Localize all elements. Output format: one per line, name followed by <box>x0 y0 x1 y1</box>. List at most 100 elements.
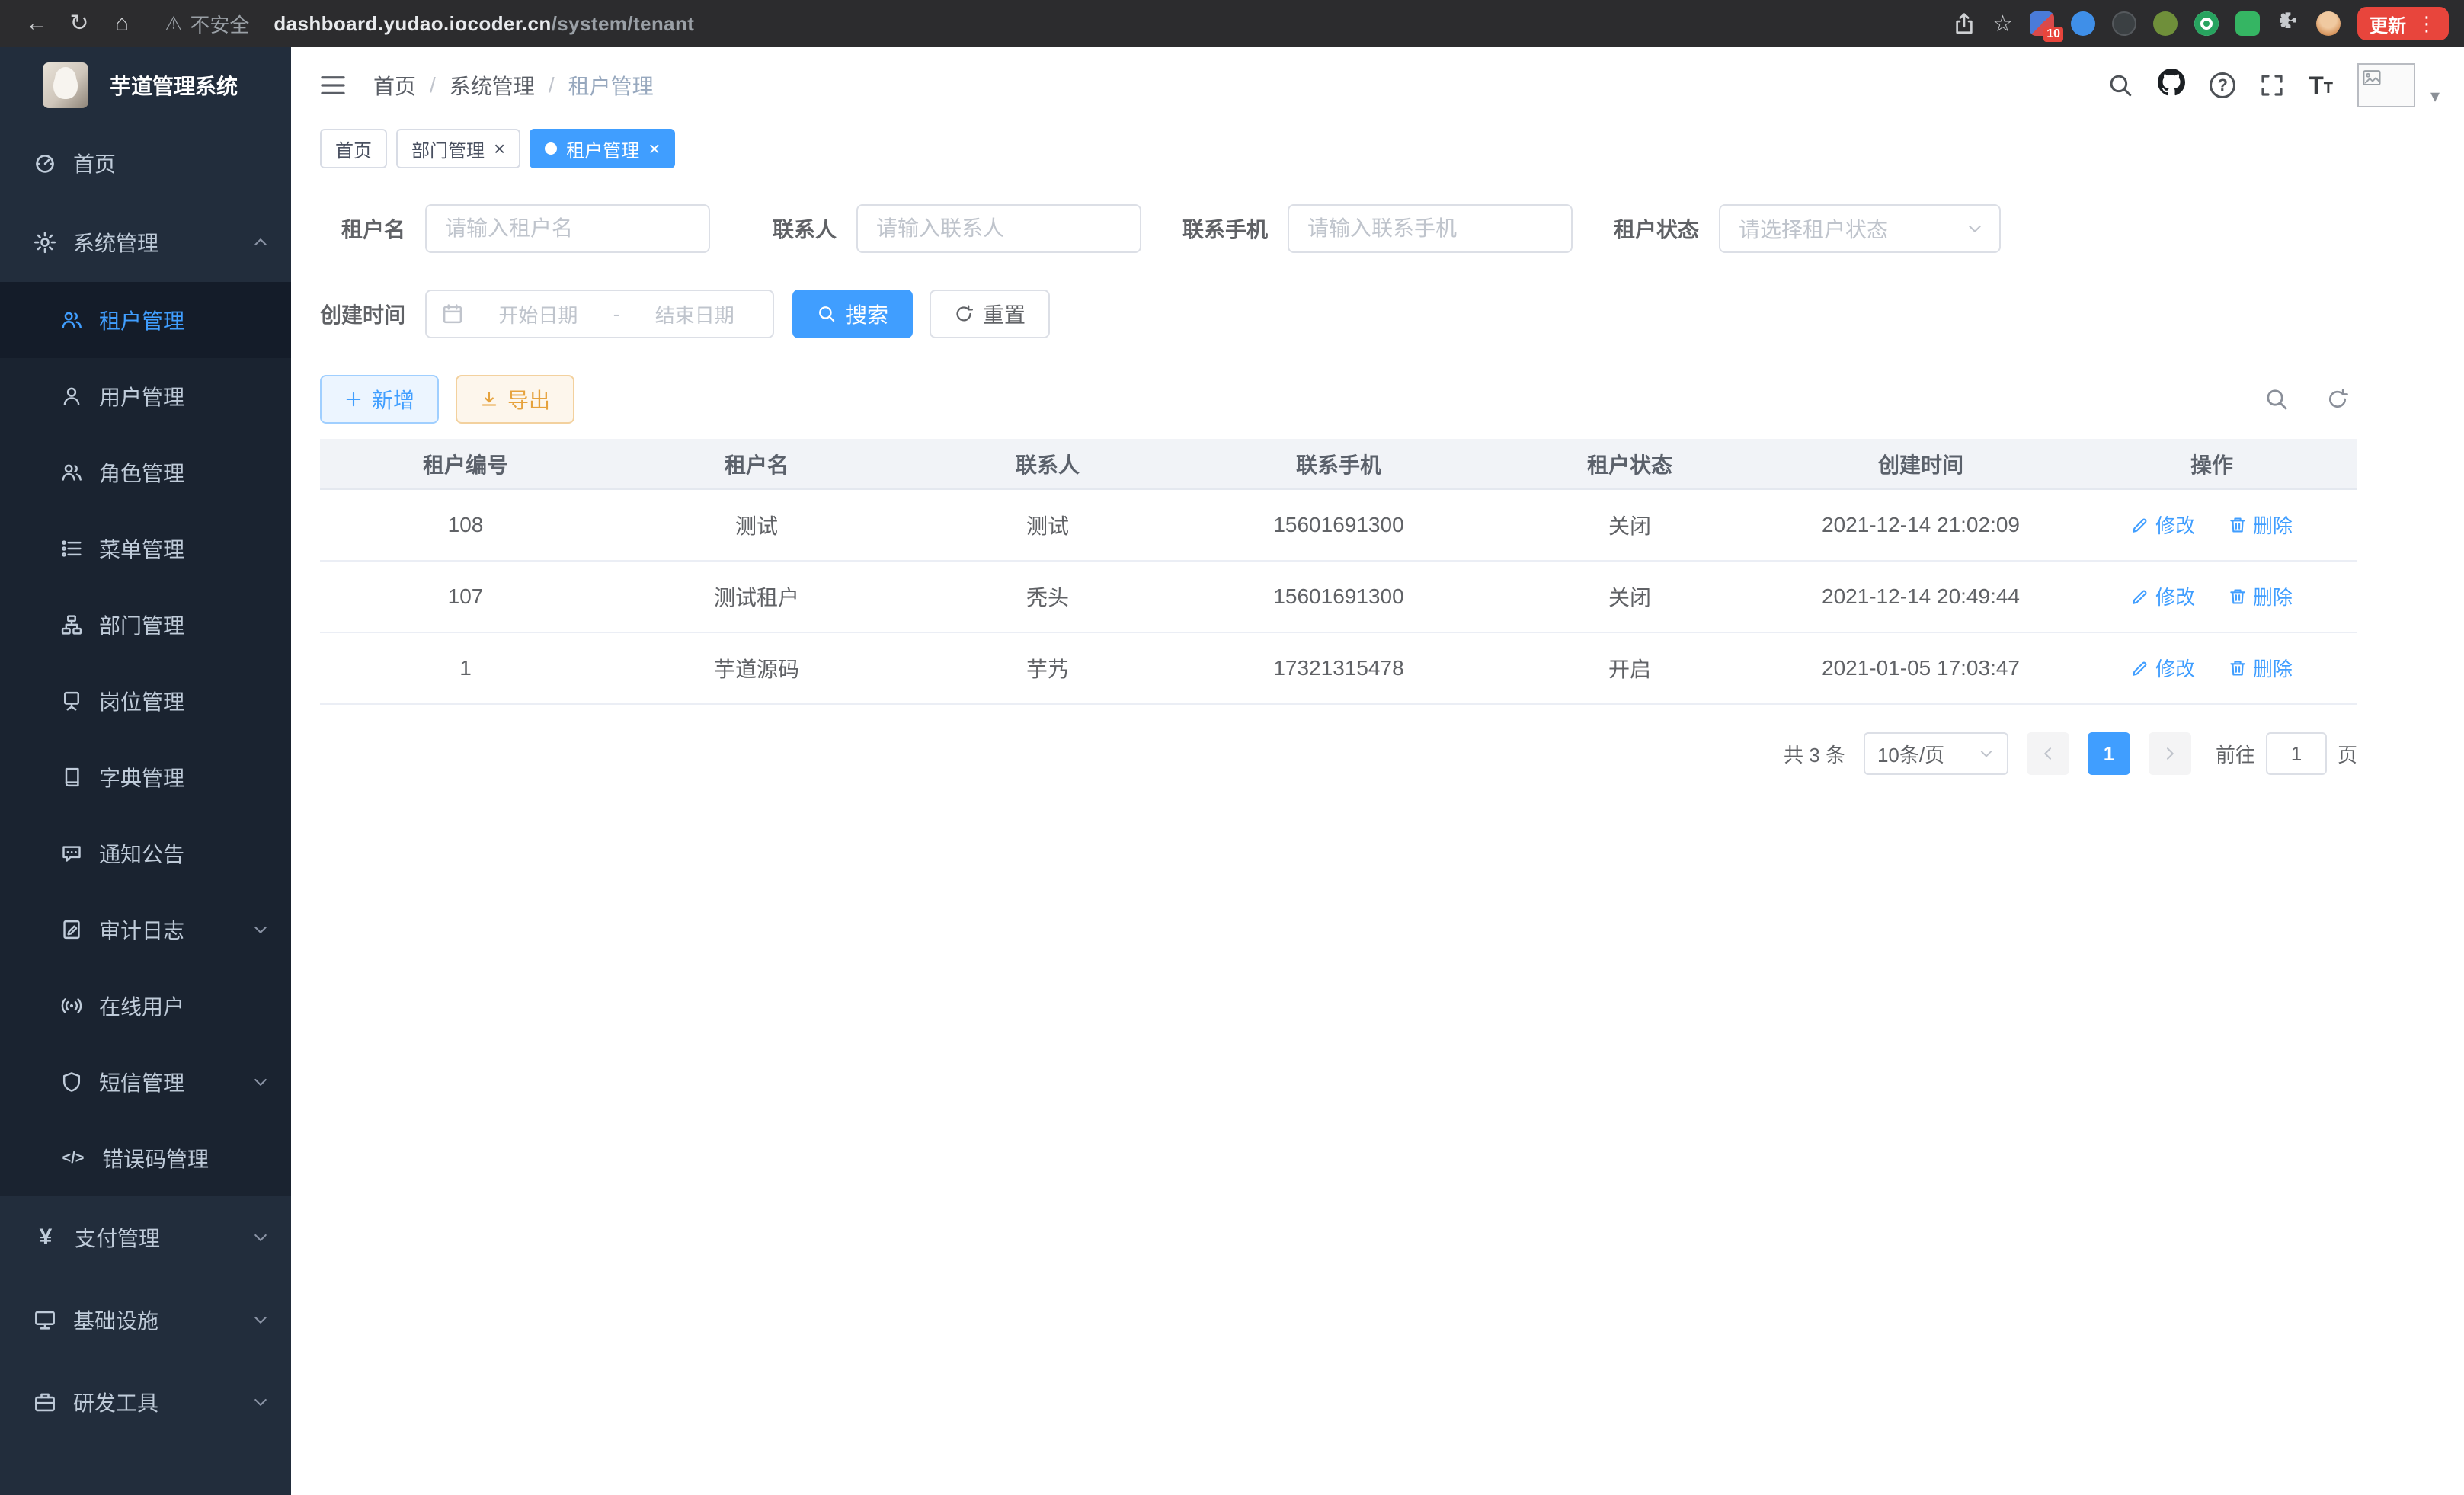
contact-input[interactable] <box>856 204 1141 253</box>
reset-button[interactable]: 重置 <box>930 290 1050 338</box>
sidebar-item-error-code[interactable]: </> 错误码管理 <box>0 1120 291 1196</box>
edit-link[interactable]: 修改 <box>2131 511 2195 539</box>
extension-olive-icon[interactable] <box>2153 11 2178 36</box>
delete-link[interactable]: 删除 <box>2229 654 2293 682</box>
user-avatar[interactable] <box>2357 63 2415 107</box>
date-range-picker[interactable]: 开始日期 - 结束日期 <box>425 290 774 338</box>
goto-page: 前往 页 <box>2216 732 2357 775</box>
extensions-puzzle-icon[interactable] <box>2277 10 2299 38</box>
list-icon <box>61 538 82 559</box>
font-size-icon[interactable]: T T <box>2309 75 2333 96</box>
page-size-select[interactable]: 10条/页 <box>1864 732 2008 775</box>
start-date-input[interactable]: 开始日期 <box>475 300 601 328</box>
edit-link[interactable]: 修改 <box>2131 654 2195 682</box>
sidebar-item-menu[interactable]: 菜单管理 <box>0 511 291 587</box>
chevron-down-icon <box>251 920 270 939</box>
phone-input[interactable] <box>1288 204 1573 253</box>
sidebar-item-tenant[interactable]: 租户管理 <box>0 282 291 358</box>
sidebar-item-role[interactable]: 角色管理 <box>0 434 291 511</box>
help-icon[interactable]: ? <box>2210 72 2235 98</box>
toolbox-icon <box>34 1391 56 1413</box>
sidebar-toggle-icon[interactable] <box>320 74 346 97</box>
address-bar[interactable]: dashboard.yudao.iocoder.cn /system/tenan… <box>274 12 1934 36</box>
sidebar-item-dev-tools[interactable]: 研发工具 <box>0 1361 291 1443</box>
extension-green-icon[interactable] <box>2194 11 2219 36</box>
toolbar-right-icons <box>2257 379 2357 419</box>
sidebar-item-notice[interactable]: 通知公告 <box>0 815 291 892</box>
browser-reload-icon[interactable]: ↻ <box>58 0 101 47</box>
sidebar-item-sms[interactable]: 短信管理 <box>0 1044 291 1120</box>
trash-icon <box>2229 587 2247 606</box>
badge-icon <box>61 690 82 712</box>
profile-avatar[interactable] <box>2316 11 2341 36</box>
sidebar-item-label: 角色管理 <box>99 457 270 488</box>
breadcrumb-home[interactable]: 首页 <box>373 70 416 101</box>
refresh-icon <box>954 304 974 324</box>
breadcrumb-separator: / <box>430 73 436 98</box>
extension-green-square-icon[interactable] <box>2235 11 2260 36</box>
extension-badge: 10 <box>2043 27 2063 42</box>
search-icon[interactable] <box>2107 72 2133 98</box>
extension-adblock-icon[interactable]: 10 <box>2030 11 2054 36</box>
extension-dark-icon[interactable] <box>2112 11 2136 36</box>
hide-search-icon[interactable] <box>2257 379 2296 419</box>
search-button[interactable]: 搜索 <box>792 290 913 338</box>
sidebar-item-label: 研发工具 <box>73 1387 235 1417</box>
sidebar-item-post[interactable]: 岗位管理 <box>0 663 291 739</box>
next-page-button[interactable] <box>2149 732 2191 775</box>
site-security-indicator[interactable]: ⚠ 不安全 <box>165 10 249 38</box>
sidebar-item-online-users[interactable]: 在线用户 <box>0 968 291 1044</box>
browser-toolbar: ← ↻ ⌂ ⚠ 不安全 dashboard.yudao.iocoder.cn /… <box>0 0 2464 47</box>
goto-page-input[interactable] <box>2266 732 2327 775</box>
sidebar-item-dict[interactable]: 字典管理 <box>0 739 291 815</box>
sidebar-item-audit-log[interactable]: 审计日志 <box>0 892 291 968</box>
browser-update-button[interactable]: 更新 ⋮ <box>2357 7 2449 40</box>
users-icon <box>61 462 82 483</box>
sidebar-item-user[interactable]: 用户管理 <box>0 358 291 434</box>
refresh-table-icon[interactable] <box>2318 379 2357 419</box>
tab-home[interactable]: 首页 <box>320 129 387 168</box>
search-icon <box>817 304 837 324</box>
tenant-name-input[interactable] <box>425 204 710 253</box>
browser-back-icon[interactable]: ← <box>15 0 58 47</box>
browser-home-icon[interactable]: ⌂ <box>101 0 143 47</box>
pencil-icon <box>2131 516 2149 534</box>
bookmark-star-icon[interactable]: ☆ <box>1992 11 2013 37</box>
share-icon[interactable] <box>1953 12 1976 35</box>
export-button[interactable]: 导出 <box>456 375 574 424</box>
cell-actions: 修改 删除 <box>2066 561 2357 632</box>
fullscreen-icon[interactable] <box>2260 73 2284 98</box>
delete-link[interactable]: 删除 <box>2229 511 2293 539</box>
pencil-icon <box>2131 587 2149 606</box>
breadcrumb-system[interactable]: 系统管理 <box>450 70 535 101</box>
users-icon <box>61 309 82 331</box>
column-header-status: 租户状态 <box>1484 439 1775 489</box>
trash-icon <box>2229 516 2247 534</box>
sidebar-item-infrastructure[interactable]: 基础设施 <box>0 1279 291 1361</box>
sidebar-item-home[interactable]: 首页 <box>0 123 291 203</box>
close-icon[interactable]: × <box>494 139 505 158</box>
edit-link[interactable]: 修改 <box>2131 582 2195 610</box>
cell-status: 开启 <box>1484 632 1775 704</box>
sidebar-item-system[interactable]: 系统管理 <box>0 203 291 282</box>
chevron-down-icon <box>251 1393 270 1411</box>
cell-status: 关闭 <box>1484 561 1775 632</box>
add-button[interactable]: 新增 <box>320 375 439 424</box>
table-row: 108 测试 测试 15601691300 关闭 2021-12-14 21:0… <box>320 489 2357 561</box>
sidebar-item-dept[interactable]: 部门管理 <box>0 587 291 663</box>
calendar-icon <box>442 303 463 325</box>
tab-tenant-active[interactable]: 租户管理 × <box>530 129 675 168</box>
prev-page-button[interactable] <box>2027 732 2069 775</box>
close-icon[interactable]: × <box>648 139 660 158</box>
extension-pin-icon[interactable] <box>2071 11 2095 36</box>
end-date-input[interactable]: 结束日期 <box>632 300 757 328</box>
page-number-current[interactable]: 1 <box>2088 732 2130 775</box>
github-icon[interactable] <box>2158 69 2185 102</box>
app-logo[interactable]: 芋道管理系统 <box>0 47 291 123</box>
caret-down-icon[interactable]: ▾ <box>2430 85 2440 107</box>
delete-link[interactable]: 删除 <box>2229 582 2293 610</box>
sidebar-item-payment[interactable]: ¥ 支付管理 <box>0 1196 291 1279</box>
screen: ← ↻ ⌂ ⚠ 不安全 dashboard.yudao.iocoder.cn /… <box>0 0 2464 1495</box>
status-select[interactable]: 请选择租户状态 <box>1719 204 2001 253</box>
tab-dept[interactable]: 部门管理 × <box>396 129 520 168</box>
